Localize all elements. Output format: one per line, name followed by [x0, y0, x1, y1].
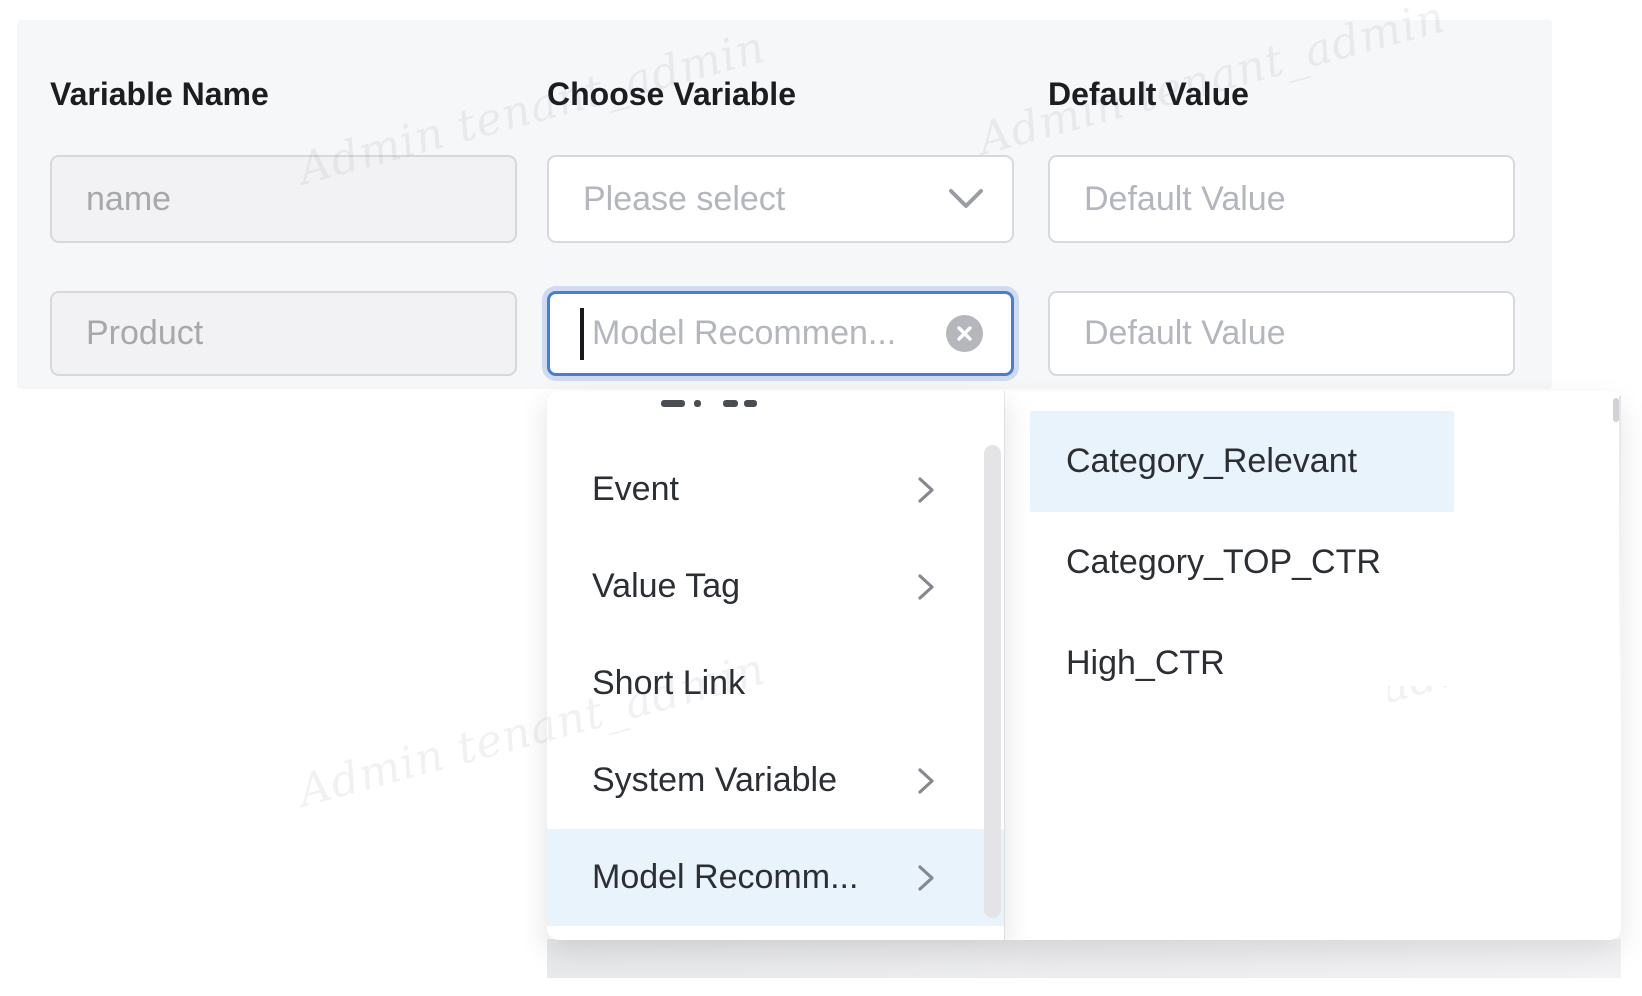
default-value-label: Default Value [1048, 76, 1249, 113]
scrolled-item-fragment [547, 397, 1004, 411]
choose-variable-select-row1[interactable]: Please select [547, 155, 1014, 243]
default-value-input-row1[interactable]: Default Value [1048, 155, 1515, 243]
menu-item-model-recommend[interactable]: Model Recomm... [547, 829, 1004, 926]
clear-selection-button[interactable] [946, 315, 983, 352]
chevron-right-icon [916, 572, 936, 602]
menu-scrollbar-thumb[interactable] [984, 445, 1001, 918]
variable-name-label: Variable Name [50, 76, 269, 113]
variable-name-value-row2: Product [86, 314, 203, 353]
submenu-item-category-top-ctr[interactable]: Category_TOP_CTR [1030, 512, 1454, 613]
choose-variable-placeholder-row1: Please select [583, 180, 948, 219]
default-value-input-row2[interactable]: Default Value [1048, 291, 1515, 376]
text-cursor [580, 308, 584, 360]
menu-item-value-tag[interactable]: Value Tag [547, 538, 1004, 635]
popup-bottom-shadow [547, 939, 1621, 978]
cascader-menu: Event Value Tag Short Link System Variab… [547, 391, 1004, 940]
choose-variable-value-row2: Model Recommen... [592, 314, 936, 353]
submenu-scrollbar-track [1619, 396, 1621, 726]
submenu-item-high-ctr[interactable]: High_CTR [1030, 613, 1454, 714]
submenu-scrollbar-thumb[interactable] [1613, 398, 1619, 422]
default-value-placeholder-row2: Default Value [1084, 314, 1286, 353]
variable-name-input-row1[interactable]: name [50, 155, 517, 243]
variable-name-input-row2[interactable]: Product [50, 291, 517, 376]
cascader-submenu: Category_Relevant Category_TOP_CTR High_… [1004, 391, 1621, 940]
choose-variable-label: Choose Variable [547, 76, 796, 113]
submenu-item-category-relevant[interactable]: Category_Relevant [1030, 411, 1454, 512]
menu-item-short-link[interactable]: Short Link [547, 635, 1004, 732]
chevron-right-icon [916, 863, 936, 893]
chevron-right-icon [916, 475, 936, 505]
chevron-right-icon [916, 766, 936, 796]
default-value-placeholder-row1: Default Value [1084, 180, 1286, 219]
chevron-down-icon [948, 188, 984, 210]
variable-name-value-row1: name [86, 180, 171, 219]
menu-item-system-variable[interactable]: System Variable [547, 732, 1004, 829]
menu-item-event[interactable]: Event [547, 441, 1004, 538]
choose-variable-select-row2[interactable]: Model Recommen... [547, 291, 1014, 376]
